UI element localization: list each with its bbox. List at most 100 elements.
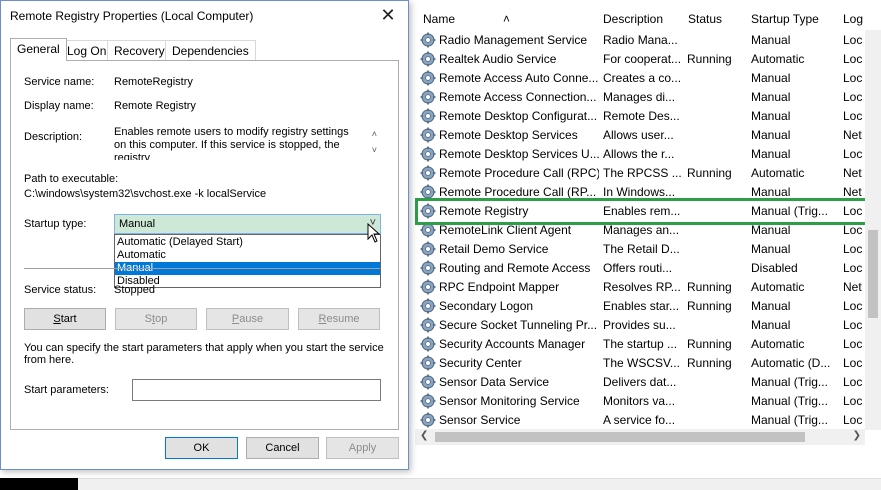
service-name: Remote Desktop Configurat... — [439, 109, 598, 123]
service-gear-icon — [420, 374, 436, 390]
service-row[interactable]: Realtek Audio Service For cooperat... Runn… — [411, 50, 881, 69]
service-description: Enables star... — [603, 299, 680, 313]
service-startup-type: Manual (Trig... — [751, 413, 828, 427]
service-name-value: RemoteRegistry — [114, 76, 193, 88]
cancel-button[interactable]: Cancel — [246, 437, 319, 459]
column-header-status[interactable]: Status — [688, 12, 722, 26]
service-startup-type: Manual (Trig... — [751, 204, 828, 218]
service-gear-icon — [420, 298, 436, 314]
service-gear-icon — [420, 32, 436, 48]
startup-option-automatic-delayed[interactable]: Automatic (Delayed Start) — [115, 236, 380, 249]
mouse-pointer-icon — [367, 223, 381, 243]
service-description: Delivers dat... — [603, 375, 677, 389]
start-params-input[interactable] — [132, 379, 381, 401]
path-value: C:\windows\system32\svchost.exe -k local… — [24, 188, 267, 200]
service-gear-icon — [420, 279, 436, 295]
tab-log-on[interactable]: Log On — [60, 40, 114, 60]
column-header-description[interactable]: Description — [603, 12, 663, 26]
path-label: Path to executable: — [24, 173, 119, 185]
column-header-name[interactable]: Name — [423, 12, 455, 26]
service-name: Remote Desktop Services U... — [439, 147, 599, 161]
column-header-startup-type[interactable]: Startup Type — [751, 12, 819, 26]
service-gear-icon — [420, 51, 436, 67]
service-row[interactable]: Remote Registry Enables rem... Manual (Tri… — [411, 202, 881, 221]
service-gear-icon — [420, 89, 436, 105]
dialog-title: Remote Registry Properties (Local Comput… — [10, 9, 254, 23]
resume-button[interactable]: Resume — [298, 308, 380, 330]
description-text[interactable]: Enables remote users to modify registry … — [114, 126, 380, 160]
service-row[interactable]: Radio Management Service Radio Mana... Man… — [411, 31, 881, 50]
service-row[interactable]: Sensor Data Service Delivers dat... Manual… — [411, 373, 881, 392]
close-icon[interactable]: ✕ — [377, 5, 399, 27]
service-gear-icon — [420, 393, 436, 409]
service-startup-type: Manual — [751, 128, 791, 142]
service-description: For cooperat... — [603, 52, 682, 66]
service-row[interactable]: Remote Desktop Services Allows user... Man… — [411, 126, 881, 145]
startup-option-automatic[interactable]: Automatic — [115, 249, 380, 262]
service-row[interactable]: RPC Endpoint Mapper Resolves RP... Running… — [411, 278, 881, 297]
divider — [24, 268, 380, 269]
service-row[interactable]: Security Accounts Manager The startup ...… — [411, 335, 881, 354]
service-description: The RPCSS ... — [603, 166, 682, 180]
service-row[interactable]: Secure Socket Tunneling Pr... Provides su… — [411, 316, 881, 335]
start-button[interactable]: Start — [24, 308, 106, 330]
vertical-scroll-thumb[interactable] — [868, 230, 878, 318]
service-row[interactable]: Security Center The WSCSV... Running Automa… — [411, 354, 881, 373]
service-startup-type: Manual — [751, 242, 791, 256]
ok-button[interactable]: OK — [165, 437, 238, 459]
service-startup-type: Automatic — [751, 52, 805, 66]
service-gear-icon — [420, 241, 436, 257]
horizontal-scroll-thumb[interactable] — [435, 432, 805, 442]
taskbar-light-segment — [78, 478, 881, 490]
service-row[interactable]: Remote Access Connection... Manages di...… — [411, 88, 881, 107]
display-name-value: Remote Registry — [114, 100, 196, 112]
tab-dependencies[interactable]: Dependencies — [165, 40, 256, 60]
service-startup-type: Manual — [751, 185, 791, 199]
service-gear-icon — [420, 317, 436, 333]
service-startup-type: Manual — [751, 299, 791, 313]
pause-button[interactable]: Pause — [206, 308, 289, 330]
service-row[interactable]: Remote Procedure Call (RPC) The RPCSS ...… — [411, 164, 881, 183]
apply-button[interactable]: Apply — [326, 437, 399, 459]
service-description: Manages an... — [603, 223, 680, 237]
service-row[interactable]: Secondary Logon Enables star... Running Man… — [411, 297, 881, 316]
scroll-up-icon[interactable]: ˄ — [372, 128, 377, 141]
service-row[interactable]: Remote Desktop Configurat... Remote Des..… — [411, 107, 881, 126]
service-gear-icon — [420, 165, 436, 181]
service-name: Remote Desktop Services — [439, 128, 578, 142]
service-startup-type: Manual — [751, 147, 791, 161]
service-name: Sensor Data Service — [439, 375, 550, 389]
horizontal-scrollbar[interactable]: ❮ ❯ — [415, 429, 865, 445]
service-gear-icon — [420, 127, 436, 143]
service-row[interactable]: Sensor Service A service fo... Manual (Tri… — [411, 411, 881, 430]
scroll-down-icon[interactable]: ˅ — [372, 144, 377, 157]
service-description: Allows the r... — [603, 147, 675, 161]
service-row[interactable]: Remote Procedure Call (RP... In Windows..… — [411, 183, 881, 202]
vertical-scrollbar[interactable] — [865, 30, 881, 430]
column-header-log-on-as[interactable]: Log — [843, 12, 863, 26]
service-gear-icon — [420, 203, 436, 219]
service-startup-type: Automatic — [751, 280, 805, 294]
service-startup-type: Automatic (D... — [751, 356, 831, 370]
tab-recovery[interactable]: Recovery — [107, 40, 172, 60]
service-row[interactable]: Retail Demo Service The Retail D... Manual… — [411, 240, 881, 259]
services-list-header: ˄ Name Description Status Startup Type L… — [411, 0, 881, 30]
service-row[interactable]: Sensor Monitoring Service Monitors va... M… — [411, 392, 881, 411]
scroll-right-icon[interactable]: ❯ — [853, 430, 861, 441]
stop-button[interactable]: Stop — [115, 308, 197, 330]
service-row[interactable]: Remote Desktop Services U... Allows the r… — [411, 145, 881, 164]
services-list-window: ˄ Name Description Status Startup Type L… — [411, 0, 881, 490]
dialog-titlebar[interactable]: Remote Registry Properties (Local Comput… — [1, 1, 408, 31]
service-name-label: Service name: — [24, 76, 95, 88]
service-gear-icon — [420, 108, 436, 124]
scroll-left-icon[interactable]: ❮ — [420, 430, 428, 441]
service-status: Running — [687, 52, 732, 66]
service-name: Radio Management Service — [439, 33, 588, 47]
startup-type-dropdown[interactable]: Manual ˅ — [114, 214, 381, 234]
service-row[interactable]: RemoteLink Client Agent Manages an... Manu… — [411, 221, 881, 240]
service-row[interactable]: Routing and Remote Access Offers routi...… — [411, 259, 881, 278]
service-startup-type: Disabled — [751, 261, 798, 275]
tab-general[interactable]: General — [10, 38, 67, 61]
service-row[interactable]: Remote Access Auto Conne... Creates a co.… — [411, 69, 881, 88]
service-gear-icon — [420, 222, 436, 238]
